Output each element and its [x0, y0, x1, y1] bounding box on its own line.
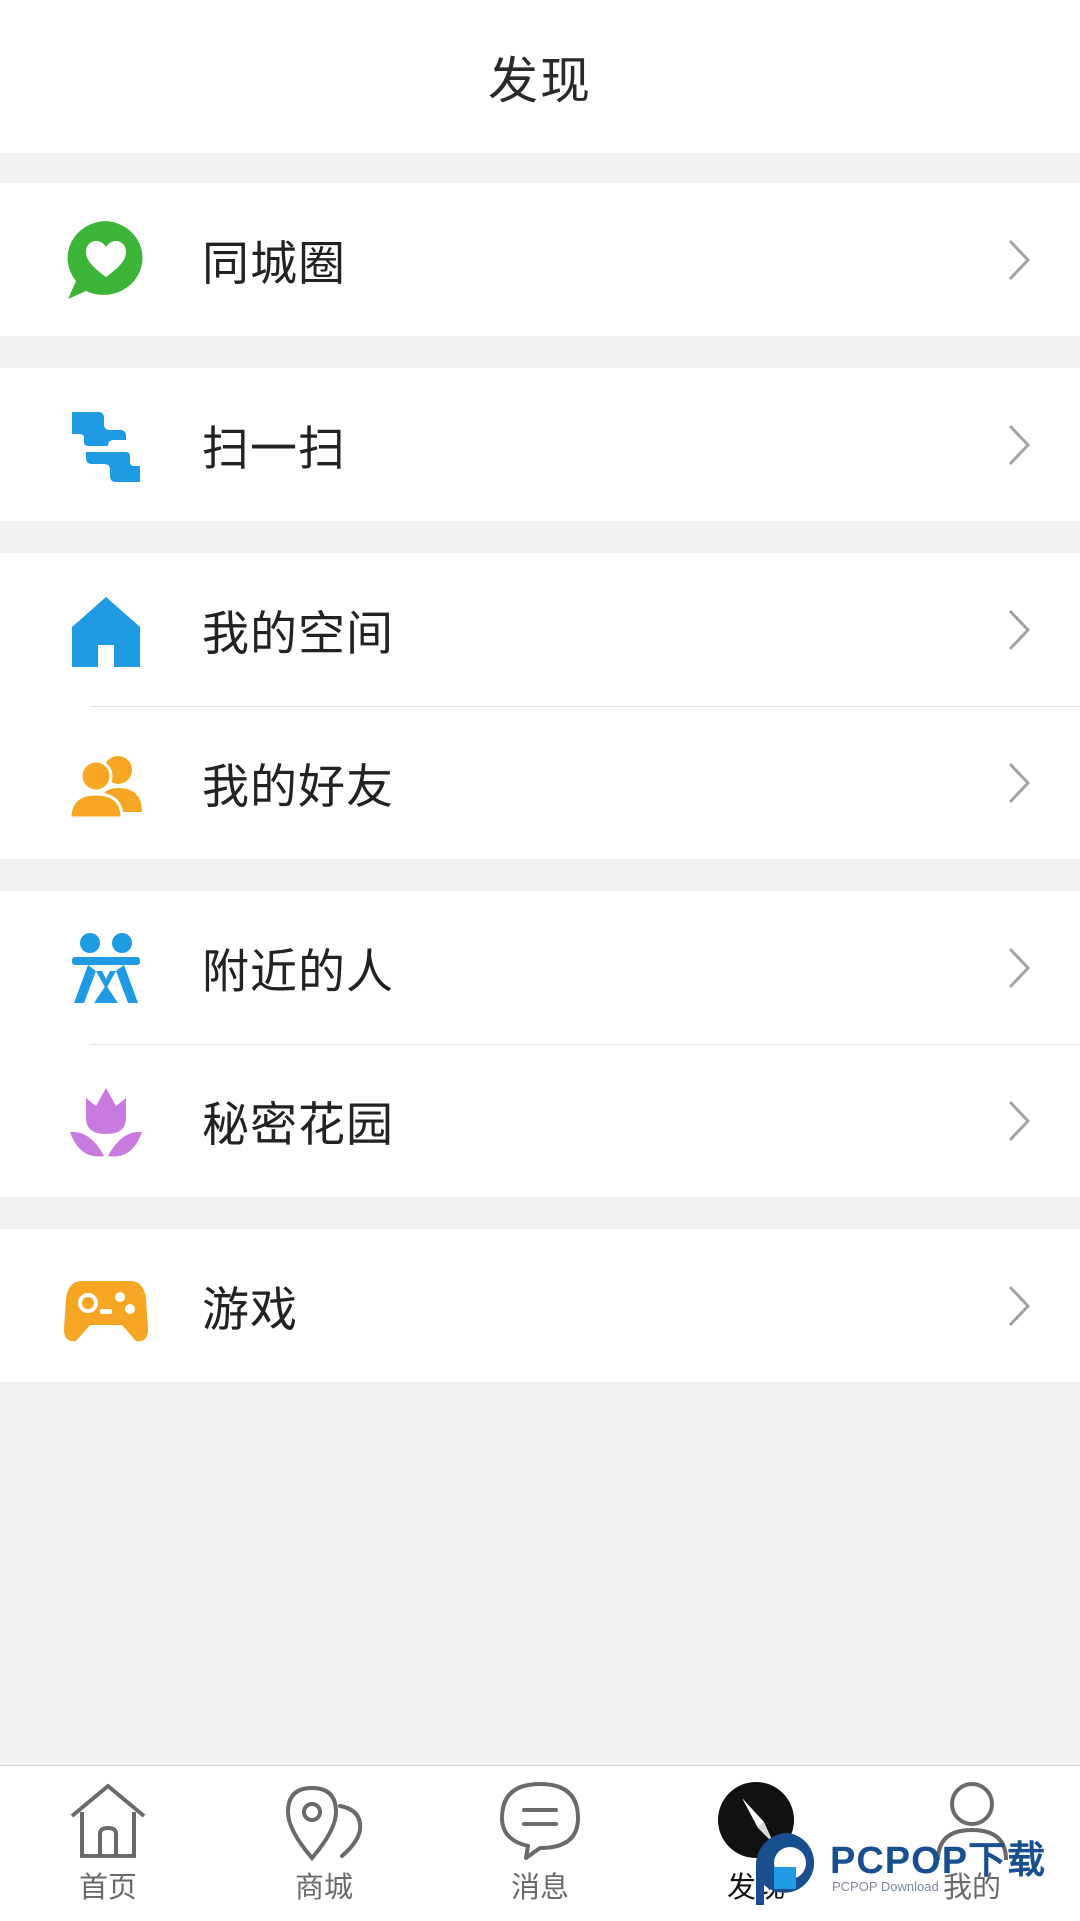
menu-item-label: 同城圈: [202, 237, 346, 292]
chevron-right-icon: [1008, 424, 1031, 466]
watermark-logo-icon: [756, 1832, 815, 1905]
menu-group-3: 我的空间 我的好友: [0, 553, 1080, 859]
chevron-right-icon: [1008, 1100, 1031, 1142]
menu-item-games[interactable]: 游戏: [0, 1229, 1080, 1382]
menu-group-5: 游戏: [0, 1229, 1080, 1382]
tab-mall[interactable]: 商城: [216, 1766, 432, 1921]
menu-item-label: 游戏: [202, 1283, 298, 1338]
menu-item-nearby-people[interactable]: 附近的人: [0, 891, 1080, 1044]
menu-item-scan[interactable]: 扫一扫: [0, 368, 1080, 521]
tab-label: 商城: [294, 1870, 353, 1904]
scan-icon: [64, 404, 148, 488]
menu-item-label: 附近的人: [202, 945, 394, 1000]
gamepad-icon: [64, 1265, 148, 1349]
menu-item-label: 扫一扫: [202, 422, 346, 477]
chevron-right-icon: [1008, 947, 1031, 989]
page-title: 发现: [488, 51, 592, 110]
menu-item-city-circle[interactable]: 同城圈: [0, 183, 1080, 336]
menu-item-label: 秘密花园: [202, 1098, 394, 1153]
home-icon: [64, 589, 148, 673]
nearby-people-icon: [64, 927, 148, 1011]
menu-item-label: 我的好友: [202, 760, 394, 815]
menu-item-secret-garden[interactable]: 秘密花园: [0, 1044, 1080, 1197]
watermark-text: PCPOP下载: [830, 1840, 1047, 1882]
top-bar: 发现: [0, 0, 1080, 153]
message-bubble-icon: [500, 1782, 580, 1860]
home-outline-icon: [70, 1784, 146, 1858]
watermark: PCPOP下载 PCPOP Download: [752, 1825, 1080, 1920]
watermark-subtext: PCPOP Download: [832, 1879, 939, 1894]
friends-icon: [64, 742, 148, 826]
chevron-right-icon: [1008, 1285, 1031, 1327]
menu-item-my-space[interactable]: 我的空间: [0, 553, 1080, 706]
menu-group-4: 附近的人 秘密花园: [0, 891, 1080, 1197]
tab-home[interactable]: 首页: [0, 1766, 216, 1921]
tab-messages[interactable]: 消息: [432, 1766, 648, 1921]
tab-label: 首页: [78, 1870, 137, 1904]
menu-item-label: 我的空间: [202, 607, 394, 662]
menu-group-2: 扫一扫: [0, 368, 1080, 521]
menu-group-1: 同城圈: [0, 183, 1080, 336]
chevron-right-icon: [1008, 239, 1031, 281]
chevron-right-icon: [1008, 609, 1031, 651]
chevron-right-icon: [1008, 762, 1031, 804]
location-pin-icon: [285, 1785, 363, 1862]
chat-heart-icon: [64, 219, 148, 303]
tulip-icon: [64, 1080, 148, 1164]
tab-label: 消息: [510, 1870, 569, 1904]
menu-item-my-friends[interactable]: 我的好友: [0, 706, 1080, 859]
